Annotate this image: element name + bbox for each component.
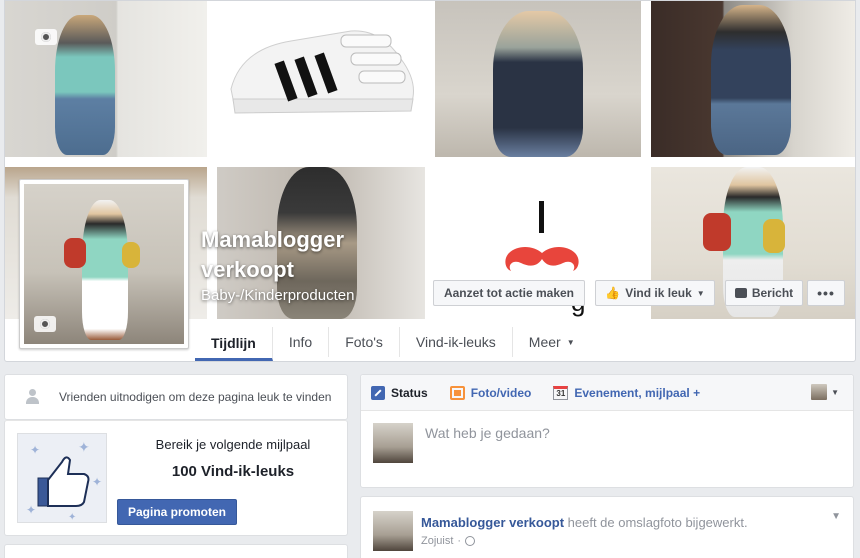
post-action-text: heeft de omslagfoto bijgewerkt.: [564, 515, 748, 530]
cover-collage-photo: [215, 1, 425, 157]
composer-tab-label: Status: [391, 385, 428, 400]
cover-collage-photo: [435, 1, 641, 157]
add-friend-icon: [25, 389, 41, 405]
call-to-action-label: Aanzet tot actie maken: [443, 286, 575, 300]
page-title[interactable]: Mamablogger verkoopt: [201, 225, 401, 285]
logo-bar: [539, 201, 544, 233]
composer-tabs: Status Foto/video 31 Evenement, mijlpaal…: [361, 375, 853, 411]
profile-photo: [24, 184, 184, 344]
message-button[interactable]: Bericht: [725, 280, 803, 306]
milestone-card: ✦ ✦ ✦ ✦ ✦ Bereik je volgende mijlpaal 10…: [4, 420, 348, 536]
message-label: Bericht: [751, 286, 794, 300]
call-to-action-button[interactable]: Aanzet tot actie maken: [433, 280, 585, 306]
toy: [64, 238, 86, 268]
cover-collage-photo: [651, 1, 855, 157]
composer-body[interactable]: Wat heb je gedaan?: [361, 411, 853, 487]
caret-down-icon: ▼: [566, 337, 575, 347]
globe-icon[interactable]: [465, 536, 476, 546]
avatar[interactable]: [373, 511, 413, 551]
invite-text: Vrienden uitnodigen om deze pagina leuk …: [59, 390, 332, 404]
toy: [763, 219, 785, 253]
photo-icon: [449, 385, 465, 400]
cover-card: g Mamablogger verkoopt Baby-/Kinderprodu…: [4, 0, 856, 362]
camera-icon[interactable]: [34, 316, 56, 332]
milestone-goal: 100 Vind-ik-leuks: [171, 463, 295, 480]
more-icon: •••: [817, 285, 835, 301]
chevron-down-icon: ▼: [831, 387, 839, 397]
child-figure: [55, 15, 115, 155]
page-category[interactable]: Baby-/Kinderproducten: [201, 287, 354, 304]
tab-label: Foto's: [345, 334, 383, 350]
avatar: [811, 384, 828, 400]
page-tabs: Tijdlijn Info Foto's Vind-ik-leuks Meer ▼: [195, 327, 591, 361]
child-figure: [493, 11, 583, 157]
post-headline: Mamablogger verkoopt heeft de omslagfoto…: [421, 515, 748, 530]
post-timestamp[interactable]: Zojuist: [421, 535, 453, 547]
tab-likes[interactable]: Vind-ik-leuks: [400, 327, 513, 357]
svg-text:✦: ✦: [78, 439, 90, 455]
tab-label: Meer: [528, 334, 561, 350]
thumbs-up-icon: 👍: [605, 286, 621, 300]
post-meta: Zojuist ·: [421, 535, 476, 547]
chevron-down-icon: ▼: [696, 288, 705, 298]
like-button[interactable]: 👍 Vind ik leuk ▼: [595, 280, 715, 306]
calendar-icon: 31: [553, 385, 569, 400]
cover-collage-photo: [5, 1, 207, 157]
avatar: [373, 423, 413, 463]
svg-text:✦: ✦: [92, 475, 102, 489]
promote-page-button[interactable]: Pagina promoten: [117, 499, 237, 525]
toy: [703, 213, 731, 251]
tab-label: Info: [288, 334, 313, 350]
sneaker-image: [230, 30, 414, 114]
page-title-line: Mamablogger: [201, 227, 345, 252]
separator: ·: [457, 535, 462, 547]
post-author-link[interactable]: Mamablogger verkoopt: [421, 515, 564, 530]
tab-photos[interactable]: Foto's: [329, 327, 400, 357]
tab-label: Vind-ik-leuks: [415, 334, 496, 350]
toy: [122, 242, 140, 268]
profile-picture[interactable]: [19, 179, 189, 349]
composer-tab-event[interactable]: 31 Evenement, mijlpaal +: [553, 375, 700, 411]
like-label: Vind ik leuk: [625, 286, 692, 300]
child-figure: [711, 5, 791, 155]
status-icon: [371, 385, 385, 400]
more-options-button[interactable]: •••: [807, 280, 845, 306]
svg-text:✦: ✦: [30, 443, 40, 457]
page-title-line: verkoopt: [201, 257, 294, 282]
camera-icon[interactable]: [35, 29, 57, 45]
tab-more[interactable]: Meer ▼: [513, 327, 591, 357]
composer-input[interactable]: Wat heb je gedaan?: [425, 425, 550, 441]
tab-info[interactable]: Info: [273, 327, 330, 357]
tab-timeline[interactable]: Tijdlijn: [195, 327, 273, 361]
svg-text:✦: ✦: [68, 512, 76, 523]
next-card: [4, 544, 348, 558]
post-as-selector[interactable]: ▼: [811, 384, 839, 400]
chevron-down-icon[interactable]: ▼: [831, 511, 841, 522]
svg-text:✦: ✦: [26, 503, 36, 517]
composer-tab-label: Evenement, mijlpaal +: [574, 385, 701, 400]
composer-tab-label: Foto/video: [470, 385, 532, 400]
message-icon: [734, 288, 747, 298]
composer-tab-photo[interactable]: Foto/video: [449, 375, 532, 411]
invite-friends-box[interactable]: Vrienden uitnodigen om deze pagina leuk …: [4, 374, 348, 420]
milestone-subtitle: Bereik je volgende mijlpaal: [155, 437, 311, 452]
composer-tab-status[interactable]: Status: [371, 375, 428, 411]
milestone-illustration: ✦ ✦ ✦ ✦ ✦: [17, 433, 107, 523]
child-figure: [82, 200, 128, 340]
tab-label: Tijdlijn: [211, 334, 256, 351]
post-composer: Status Foto/video 31 Evenement, mijlpaal…: [360, 374, 854, 488]
thumbs-up-icon: ✦ ✦ ✦ ✦ ✦: [26, 439, 102, 523]
mustache-icon: [505, 247, 579, 271]
timeline-post: Mamablogger verkoopt heeft de omslagfoto…: [360, 496, 854, 558]
